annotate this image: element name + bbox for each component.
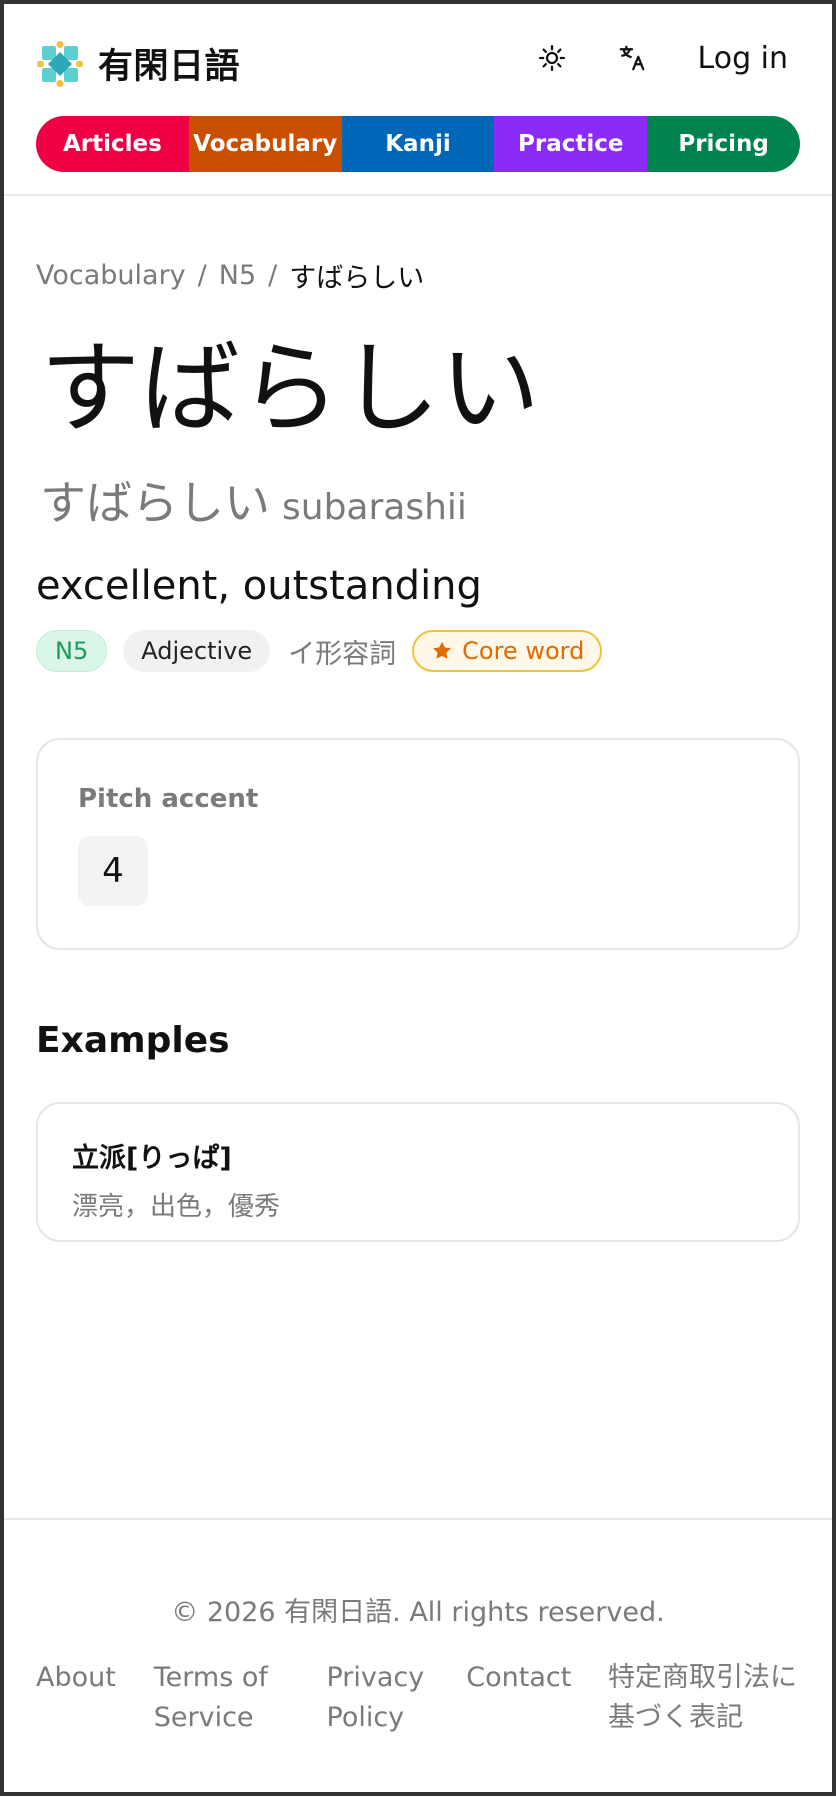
nav-item-vocabulary[interactable]: Vocabulary — [188, 116, 342, 172]
reading-kana: すばらしい — [40, 476, 270, 530]
breadcrumb-vocabulary[interactable]: Vocabulary — [36, 260, 186, 291]
headword: すばらしい — [40, 330, 540, 447]
site-header: 有閑日語 Log in Articles Vocabulary Kanji Pr… — [4, 4, 832, 196]
page-frame: 有閑日語 Log in Articles Vocabulary Kanji Pr… — [0, 0, 836, 1796]
footer-link-about[interactable]: About — [36, 1658, 126, 1738]
primary-nav: Articles Vocabulary Kanji Practice Prici… — [36, 116, 800, 172]
footer-link-contact[interactable]: Contact — [466, 1658, 580, 1738]
reading-romaji: subarashii — [282, 487, 467, 528]
jlpt-level-badge: N5 — [36, 630, 108, 672]
core-word-label: Core word — [462, 637, 585, 665]
breadcrumb-separator: / — [268, 260, 278, 291]
footer-link-privacy[interactable]: Privacy Policy — [327, 1658, 439, 1738]
footer-link-terms[interactable]: Terms of Service — [154, 1658, 299, 1738]
part-of-speech-badge: Adjective — [123, 630, 271, 672]
example-japanese: 立派[りっぱ] — [72, 1143, 232, 1174]
breadcrumb-separator: / — [197, 260, 207, 291]
copyright-text: © 2026 有閑日語. All rights reserved. — [171, 1597, 665, 1628]
vocabulary-detail: Vocabulary / N5 / すばらしい すばらしい すばらしい suba… — [4, 196, 832, 1516]
core-word-badge: Core word — [412, 630, 603, 672]
example-item: 立派[りっぱ] 漂亮，出色，優秀 — [36, 1102, 800, 1242]
language-button[interactable] — [612, 38, 652, 78]
theme-toggle-button[interactable] — [532, 38, 572, 78]
nav-item-pricing[interactable]: Pricing — [647, 116, 800, 172]
reading: すばらしい subarashii — [40, 467, 467, 533]
examples-heading: Examples — [36, 1020, 230, 1061]
star-icon — [433, 641, 452, 659]
breadcrumb-current: すばらしい — [289, 263, 425, 294]
part-of-speech-japanese: イ形容詞 — [288, 638, 397, 670]
nav-item-articles[interactable]: Articles — [36, 116, 189, 172]
header-actions: Log in — [532, 38, 788, 78]
nav-item-kanji[interactable]: Kanji — [341, 116, 495, 172]
site-footer: © 2026 有閑日語. All rights reserved. About … — [4, 1518, 832, 1800]
brand[interactable]: 有閑日語 — [36, 38, 240, 89]
word-meta: N5 Adjective イ形容詞 Core word — [36, 630, 603, 672]
footer-link-legal[interactable]: 特定商取引法に基づく表記 — [608, 1658, 808, 1738]
nav-item-practice[interactable]: Practice — [494, 116, 648, 172]
pitch-accent-label: Pitch accent — [78, 784, 259, 814]
sun-icon — [538, 45, 565, 71]
word-meaning: excellent, outstanding — [36, 563, 482, 609]
breadcrumb: Vocabulary / N5 / すばらしい — [36, 256, 424, 295]
example-translation: 漂亮，出色，優秀 — [72, 1192, 281, 1222]
translate-icon — [619, 45, 644, 71]
footer-links: About Terms of Service Privacy Policy Co… — [36, 1658, 808, 1738]
breadcrumb-level[interactable]: N5 — [219, 260, 256, 291]
login-link[interactable]: Log in — [692, 41, 788, 76]
diamond-cluster-logo-icon — [37, 40, 83, 87]
pitch-accent-card: Pitch accent 4 — [36, 738, 800, 950]
pitch-accent-value: 4 — [78, 836, 148, 906]
brand-title: 有閑日語 — [98, 47, 241, 87]
